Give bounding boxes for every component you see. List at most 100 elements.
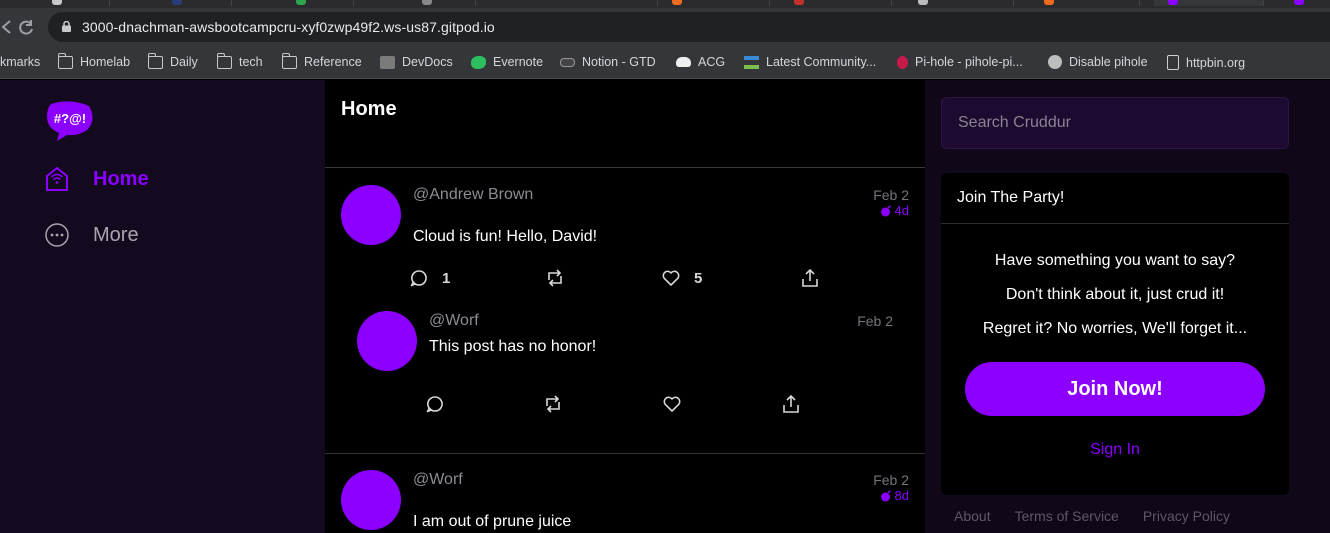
browser-tab-active[interactable]: [1154, 0, 1264, 6]
bookmark-folder[interactable]: Reference: [281, 52, 362, 69]
bookmark-label: tech: [239, 55, 263, 69]
browser-tab[interactable]: [366, 0, 476, 6]
bookmark-item[interactable]: httpbin.org: [1167, 55, 1245, 70]
repost-button[interactable]: [545, 268, 565, 288]
back-arrow-icon[interactable]: [0, 19, 14, 35]
activity-handle[interactable]: @Andrew Brown: [413, 186, 533, 204]
search-field[interactable]: [941, 97, 1289, 149]
browser-tab-strip: [0, 0, 1330, 8]
cruddur-logo-icon[interactable]: #?@!: [45, 100, 95, 142]
browser-tab[interactable]: [244, 0, 354, 6]
avatar[interactable]: [341, 185, 401, 245]
url-text: 3000-dnachman-awsbootcampcru-xyf0zwp49f2…: [82, 19, 495, 35]
avatar[interactable]: [357, 311, 417, 371]
bookmark-item[interactable]: kmarks: [0, 55, 40, 69]
like-count: 5: [694, 269, 703, 287]
share-icon: [783, 394, 799, 413]
browser-tab[interactable]: [1030, 0, 1140, 6]
avatar[interactable]: [341, 470, 401, 530]
heart-icon: [663, 396, 681, 412]
activity-handle[interactable]: @Worf: [413, 471, 463, 489]
footer-link-about[interactable]: About: [954, 508, 991, 524]
bookmark-label: ACG: [698, 55, 726, 69]
bookmark-label: kmarks: [0, 55, 41, 69]
bookmark-label: httpbin.org: [1186, 55, 1246, 70]
bookmark-item[interactable]: Notion - GTD: [560, 55, 656, 69]
activity-item[interactable]: @Worf Feb 2 8d I am out of prune juice: [325, 454, 925, 533]
join-line: Don't think about it, just crud it!: [1005, 286, 1225, 303]
reply-message: This post has no honor!: [429, 338, 597, 355]
like-button[interactable]: 5: [661, 268, 702, 288]
bookmark-folder[interactable]: Homelab: [57, 52, 131, 69]
sidebar-item-home[interactable]: Home: [45, 166, 149, 192]
heart-icon: [662, 270, 680, 286]
share-icon: [802, 268, 818, 287]
reply-handle[interactable]: @Worf: [429, 312, 479, 330]
tab-favicon-icon: [296, 0, 306, 5]
cloud-icon: [676, 57, 691, 67]
browser-tab[interactable]: [1276, 0, 1330, 6]
home-feed: Home @Andrew Brown Feb 2 4d Cloud is fun…: [325, 80, 925, 533]
tab-favicon-icon: [172, 0, 182, 5]
reply-button[interactable]: 1: [409, 268, 450, 288]
sidebar-item-more[interactable]: More: [45, 222, 139, 248]
bookmark-label: Disable pihole: [1069, 55, 1148, 69]
reload-icon[interactable]: [17, 19, 35, 37]
httpbin-icon: [1167, 55, 1179, 70]
footer-link-privacy[interactable]: Privacy Policy: [1143, 508, 1230, 524]
tab-favicon-icon: [918, 0, 928, 5]
reply-icon: [410, 270, 427, 287]
bookmark-item[interactable]: Disable pihole: [1048, 55, 1148, 69]
share-button[interactable]: [800, 268, 820, 288]
browser-tab[interactable]: [0, 0, 110, 6]
expiry-badge: 4d: [880, 203, 909, 218]
bookmark-item[interactable]: Latest Community...: [744, 55, 876, 69]
notion-icon: [560, 57, 575, 67]
reply-icon: [426, 396, 443, 413]
share-button[interactable]: [781, 394, 801, 414]
sign-in-link[interactable]: Sign In: [941, 441, 1289, 459]
browser-tab[interactable]: [548, 0, 658, 6]
bookmark-label: DevDocs: [402, 55, 453, 69]
browser-tab[interactable]: [904, 0, 1014, 6]
bookmark-item[interactable]: ACG: [676, 55, 725, 69]
footer-links: About Terms of Service Privacy Policy: [954, 508, 1230, 524]
browser-tab[interactable]: [660, 0, 770, 6]
join-card: Join The Party! Have something you want …: [941, 173, 1289, 495]
browser-tab[interactable]: [782, 0, 892, 6]
join-now-button[interactable]: Join Now!: [965, 362, 1265, 416]
bookmark-label: Notion - GTD: [582, 55, 656, 69]
cruddur-app: #?@! Home More Home @Andrew Brown Feb 2 …: [0, 80, 1330, 533]
join-line: Have something you want to say?: [994, 252, 1236, 269]
bookmark-label: Reference: [304, 55, 362, 69]
more-icon: [45, 223, 69, 247]
tab-favicon-icon: [52, 0, 62, 5]
like-button[interactable]: [662, 394, 682, 414]
bookmarks-bar: kmarks Homelab Daily tech Reference DevD…: [0, 46, 1330, 79]
bookmark-label: Pi-hole - pihole-pi...: [915, 55, 1023, 69]
bookmark-folder[interactable]: Daily: [147, 52, 198, 69]
address-bar[interactable]: 3000-dnachman-awsbootcampcru-xyf0zwp49f2…: [48, 12, 1330, 42]
bookmark-item[interactable]: Pi-hole - pihole-pi...: [897, 55, 1023, 69]
tab-favicon-icon: [794, 0, 804, 5]
tab-favicon-icon: [672, 0, 682, 5]
bookmark-label: Evernote: [493, 55, 544, 69]
reply-button[interactable]: [425, 394, 445, 414]
repost-icon: [548, 269, 562, 287]
repost-button[interactable]: [543, 394, 563, 414]
footer-link-terms[interactable]: Terms of Service: [1015, 508, 1119, 524]
repost-icon: [546, 395, 560, 413]
browser-tab[interactable]: [122, 0, 232, 6]
folder-icon: [281, 52, 297, 69]
bookmark-folder[interactable]: tech: [216, 52, 263, 69]
raspberry-icon: [897, 55, 908, 69]
activity-item[interactable]: @Andrew Brown Feb 2 4d Cloud is fun! Hel…: [325, 169, 925, 453]
bookmark-label: Homelab: [80, 55, 131, 69]
join-title: Join The Party!: [957, 189, 1065, 206]
join-line: Regret it? No worries, We'll forget it..…: [982, 320, 1248, 337]
lock-icon: [62, 21, 71, 32]
bookmark-item[interactable]: DevDocs: [380, 55, 453, 69]
search-input[interactable]: [942, 98, 1288, 148]
bookmark-item[interactable]: Evernote: [471, 55, 543, 69]
community-icon: [744, 55, 759, 69]
